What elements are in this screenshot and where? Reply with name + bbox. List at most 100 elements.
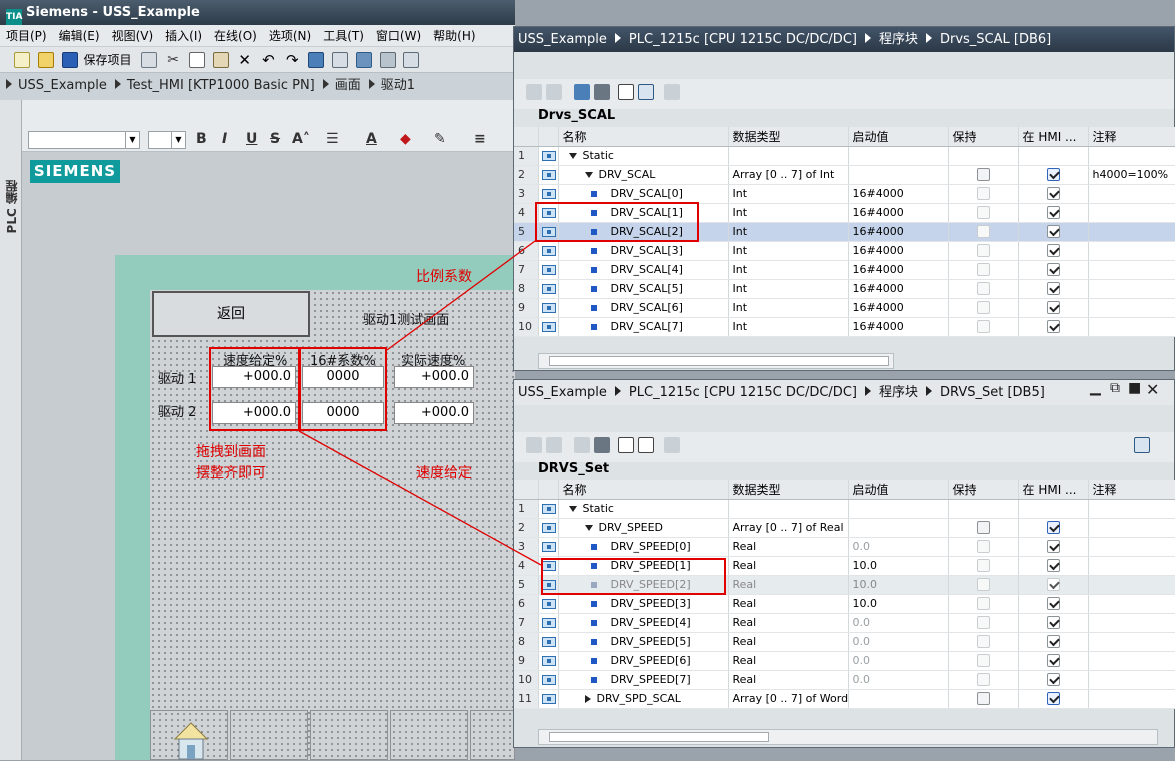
collapse-icon[interactable] — [584, 525, 593, 531]
retain-checkbox[interactable] — [976, 225, 990, 239]
strikethrough-button[interactable]: S — [270, 131, 280, 147]
retain-checkbox[interactable] — [976, 673, 990, 687]
redo-icon[interactable]: ↷ — [284, 52, 300, 68]
crumb-project[interactable]: USS_Example — [18, 78, 107, 93]
nav-tile-4[interactable] — [390, 710, 468, 760]
table-row[interactable]: 2 DRV_SPEED Array [0 .. 7] of Real — [514, 518, 1175, 538]
save-project-button[interactable]: 保存项目 — [83, 47, 131, 73]
table-row[interactable]: 3 DRV_SCAL[0] Int 16#4000 — [514, 184, 1175, 204]
cut-icon[interactable]: ✂ — [165, 52, 181, 68]
collapse-icon[interactable] — [584, 172, 593, 178]
copy-icon[interactable] — [188, 52, 205, 68]
table-row[interactable]: 8 DRV_SPEED[5] Real 0.0 — [514, 632, 1175, 652]
insert-row-icon[interactable] — [526, 84, 542, 100]
menu-online[interactable]: 在线(O) — [208, 25, 263, 47]
menu-options[interactable]: 选项(N) — [263, 25, 317, 47]
w1-crumb-blocks[interactable]: 程序块 — [879, 32, 918, 47]
copy-values-icon[interactable] — [594, 437, 610, 453]
menu-insert[interactable]: 插入(I) — [159, 25, 208, 47]
hmi-visible-checkbox[interactable] — [1046, 263, 1060, 277]
snapshot-icon[interactable] — [574, 437, 590, 453]
retain-checkbox[interactable] — [976, 282, 990, 296]
font-size-up-button[interactable]: A˄ — [292, 131, 310, 147]
print-icon[interactable] — [141, 52, 158, 68]
simulate-icon[interactable] — [379, 52, 396, 68]
underline-button[interactable]: U — [246, 131, 257, 147]
upload-icon[interactable] — [355, 52, 372, 68]
table-row[interactable]: 2 DRV_SCAL Array [0 .. 7] of Int h4000=100% — [514, 165, 1175, 185]
table-row[interactable]: 8 DRV_SCAL[5] Int 16#4000 — [514, 279, 1175, 299]
hmi-visible-checkbox[interactable] — [1046, 673, 1060, 687]
restore-icon[interactable]: ⧉ — [1110, 380, 1120, 396]
crumb-screens[interactable]: 画面 — [335, 78, 361, 93]
font-size-combo[interactable]: ▼ — [148, 131, 186, 149]
w1-crumb-plc[interactable]: PLC_1215c [CPU 1215C DC/DC/DC] — [629, 32, 857, 47]
w1-crumb-project[interactable]: USS_Example — [518, 32, 607, 47]
retain-checkbox[interactable] — [976, 635, 990, 649]
retain-checkbox[interactable] — [976, 597, 990, 611]
hmi-visible-checkbox[interactable] — [1046, 244, 1060, 258]
hmi-visible-checkbox[interactable] — [1046, 635, 1060, 649]
maximize-icon[interactable]: ■ — [1128, 380, 1141, 396]
menu-edit[interactable]: 编辑(E) — [53, 25, 106, 47]
w2-crumb-db[interactable]: DRVS_Set [DB5] — [940, 385, 1045, 400]
table-row[interactable]: 10 DRV_SCAL[7] Int 16#4000 — [514, 317, 1175, 337]
nav-tile-home[interactable] — [150, 710, 228, 760]
bold-button[interactable]: B — [196, 131, 207, 147]
hmi-visible-checkbox[interactable] — [1046, 654, 1060, 668]
runtime-icon[interactable] — [403, 52, 420, 68]
sidebar-plc-programming-tab[interactable]: PLC 编程 — [3, 180, 20, 233]
header-type[interactable]: 数据类型 — [728, 480, 849, 500]
italic-button[interactable]: I — [222, 131, 227, 147]
table-row[interactable]: 9 DRV_SPEED[6] Real 0.0 — [514, 651, 1175, 671]
list-view-icon[interactable] — [618, 437, 634, 453]
table-row[interactable]: 6 DRV_SPEED[3] Real 10.0 — [514, 594, 1175, 614]
align-center-icon[interactable]: ☰ — [326, 131, 339, 147]
hmi-visible-checkbox[interactable] — [1046, 521, 1060, 535]
menu-tools[interactable]: 工具(T) — [317, 25, 370, 47]
close-icon[interactable]: ✕ — [1146, 380, 1159, 399]
table-row[interactable]: 9 DRV_SCAL[6] Int 16#4000 — [514, 298, 1175, 318]
drive1-actual-field[interactable]: +000.0 — [394, 366, 474, 388]
detail-view-icon[interactable] — [638, 84, 654, 100]
monitor-icon[interactable] — [664, 437, 680, 453]
retain-checkbox[interactable] — [976, 654, 990, 668]
crumb-screen[interactable]: 驱动1 — [381, 78, 415, 93]
menu-window[interactable]: 窗口(W) — [370, 25, 427, 47]
collapse-icon[interactable] — [568, 153, 577, 159]
menu-help[interactable]: 帮助(H) — [427, 25, 481, 47]
font-color-button[interactable]: A — [366, 131, 377, 147]
header-retain[interactable]: 保持 — [948, 127, 1019, 147]
window2-hscrollbar[interactable] — [538, 729, 1158, 745]
retain-checkbox[interactable] — [976, 168, 990, 182]
hmi-visible-checkbox[interactable] — [1046, 320, 1060, 334]
header-start[interactable]: 启动值 — [848, 480, 949, 500]
header-start[interactable]: 启动值 — [848, 127, 949, 147]
retain-checkbox[interactable] — [976, 692, 990, 706]
menu-project[interactable]: 项目(P) — [0, 25, 53, 47]
save-icon[interactable] — [61, 52, 78, 68]
copy-values-icon[interactable] — [594, 84, 610, 100]
crumb-device[interactable]: Test_HMI [KTP1000 Basic PN] — [127, 78, 315, 93]
retain-checkbox[interactable] — [976, 244, 990, 258]
hmi-visible-checkbox[interactable] — [1046, 187, 1060, 201]
table-row[interactable]: 7 DRV_SPEED[4] Real 0.0 — [514, 613, 1175, 633]
nav-tile-2[interactable] — [230, 710, 308, 760]
table-row[interactable]: 6 DRV_SCAL[3] Int 16#4000 — [514, 241, 1175, 261]
properties-icon[interactable] — [1134, 437, 1150, 453]
back-button[interactable]: 返回 — [152, 291, 310, 337]
hmi-visible-checkbox[interactable] — [1046, 301, 1060, 315]
table-row[interactable]: 1 Static — [514, 499, 1175, 519]
add-row-icon[interactable] — [546, 437, 562, 453]
retain-checkbox[interactable] — [976, 301, 990, 315]
add-row-icon[interactable] — [546, 84, 562, 100]
header-hmi[interactable]: 在 HMI ... — [1018, 127, 1089, 147]
scroll-thumb[interactable] — [549, 732, 769, 742]
header-hmi[interactable]: 在 HMI ... — [1018, 480, 1089, 500]
w2-crumb-blocks[interactable]: 程序块 — [879, 385, 918, 400]
hmi-visible-checkbox[interactable] — [1046, 540, 1060, 554]
new-project-icon[interactable] — [14, 52, 30, 68]
w2-crumb-project[interactable]: USS_Example — [518, 385, 607, 400]
table-row[interactable]: 11 DRV_SPD_SCAL Array [0 .. 7] of Word — [514, 689, 1175, 709]
hmi-visible-checkbox[interactable] — [1046, 692, 1060, 706]
